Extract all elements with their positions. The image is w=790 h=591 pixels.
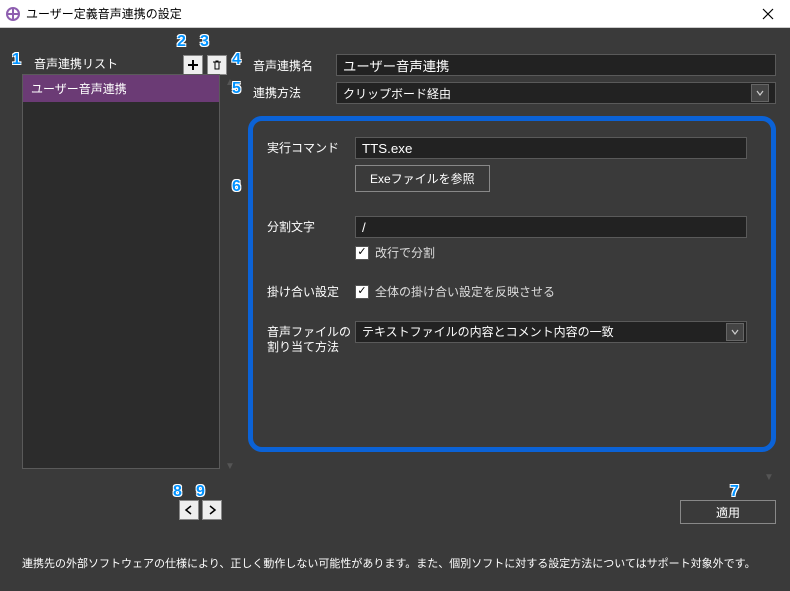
annotation-7: 7 <box>730 483 739 501</box>
close-button[interactable] <box>746 0 790 28</box>
arrow-left-icon <box>183 504 195 516</box>
plus-icon <box>187 59 199 71</box>
list-item[interactable]: ユーザー音声連携 <box>23 75 219 102</box>
back-button[interactable] <box>179 500 199 520</box>
assign-label: 音声ファイルの割り当て方法 <box>267 321 355 356</box>
settings-panel: 実行コマンド Exeファイルを参照 分割文字 ✓ 改行で分割 掛け合い設定 ✓ … <box>248 116 776 452</box>
footer-note: 連携先の外部ソフトウェアの仕様により、正しく動作しない可能性があります。また、個… <box>22 555 756 571</box>
delete-button[interactable] <box>207 55 227 75</box>
annotation-6: 6 <box>232 178 241 196</box>
annotation-2: 2 <box>177 33 186 51</box>
annotation-8: 8 <box>173 483 182 501</box>
window-title: ユーザー定義音声連携の設定 <box>26 5 746 22</box>
cmd-label: 実行コマンド <box>267 137 355 157</box>
trash-icon <box>211 59 223 71</box>
split-checkbox-label: 改行で分割 <box>375 244 435 261</box>
chevron-down-icon <box>751 84 769 102</box>
annotation-9: 9 <box>196 483 205 501</box>
annotation-1: 1 <box>12 51 21 69</box>
close-icon <box>762 8 774 20</box>
check-icon: ✓ <box>357 247 366 258</box>
method-select[interactable]: クリップボード経由 <box>336 82 776 104</box>
add-button[interactable] <box>183 55 203 75</box>
name-input[interactable] <box>336 54 776 76</box>
assign-value: テキストファイルの内容とコメント内容の一致 <box>362 323 614 340</box>
chevron-down-icon <box>726 323 744 341</box>
kakeai-checkbox-label: 全体の掛け合い設定を反映させる <box>375 283 555 300</box>
scroll-down-icon: ▼ <box>764 472 774 483</box>
split-label: 分割文字 <box>267 216 355 236</box>
cmd-input[interactable] <box>355 137 747 159</box>
apply-button[interactable]: 適用 <box>680 500 776 524</box>
voice-link-list[interactable]: ユーザー音声連携 <box>22 74 220 469</box>
annotation-3: 3 <box>200 33 209 51</box>
split-newline-checkbox[interactable]: ✓ <box>355 246 369 260</box>
kakeai-checkbox[interactable]: ✓ <box>355 285 369 299</box>
check-icon: ✓ <box>357 286 366 297</box>
split-input[interactable] <box>355 216 747 238</box>
arrow-right-icon <box>206 504 218 516</box>
scroll-down-icon: ▼ <box>225 461 235 472</box>
list-heading: 音声連携リスト <box>34 55 118 72</box>
name-label: 音声連携名 <box>253 57 313 74</box>
browse-exe-button[interactable]: Exeファイルを参照 <box>355 165 490 192</box>
annotation-4: 4 <box>232 51 241 69</box>
annotation-5: 5 <box>232 80 241 98</box>
titlebar: ユーザー定義音声連携の設定 <box>0 0 790 28</box>
forward-button[interactable] <box>202 500 222 520</box>
assign-select[interactable]: テキストファイルの内容とコメント内容の一致 <box>355 321 747 343</box>
kakeai-label: 掛け合い設定 <box>267 281 355 301</box>
method-value: クリップボード経由 <box>343 85 451 102</box>
method-label: 連携方法 <box>253 84 301 101</box>
app-icon <box>6 7 20 21</box>
